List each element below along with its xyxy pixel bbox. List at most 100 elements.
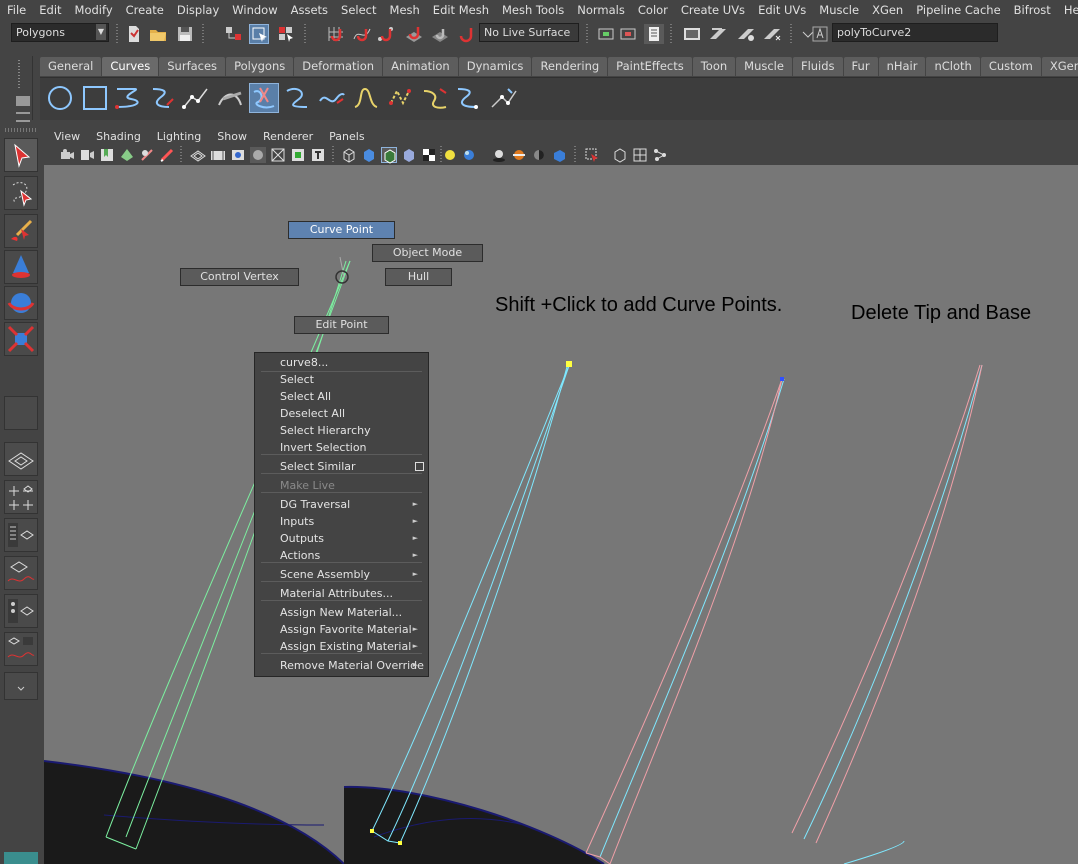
context-item-select-hierarchy[interactable]: Select Hierarchy <box>280 424 371 437</box>
context-item-invert-selection[interactable]: Invert Selection <box>280 441 367 454</box>
menu-display[interactable]: Display <box>170 0 225 20</box>
name-field-input[interactable]: polyToCurve2 <box>832 23 998 42</box>
xray-icon[interactable] <box>612 147 628 163</box>
context-item-inputs[interactable]: Inputs <box>280 515 314 528</box>
shelf-tab-curves[interactable]: Curves <box>102 57 159 76</box>
menu-color[interactable]: Color <box>631 0 674 20</box>
menu-create[interactable]: Create <box>119 0 170 20</box>
nurbs-circle-icon[interactable] <box>45 83 75 113</box>
cv-curve-tool-icon[interactable] <box>113 83 143 113</box>
anti-aliasing-icon[interactable] <box>551 147 567 163</box>
panel-menu-view[interactable]: View <box>44 130 86 143</box>
context-item-assign-new-material[interactable]: Assign New Material... <box>280 606 402 619</box>
cut-curve-icon[interactable] <box>249 83 279 113</box>
resolution-gate-icon[interactable] <box>230 147 246 163</box>
snap-view-plane-icon[interactable] <box>404 24 424 44</box>
menu-xgen[interactable]: XGen <box>865 0 909 20</box>
context-item-actions[interactable]: Actions <box>280 549 320 562</box>
context-item-assign-existing-material[interactable]: Assign Existing Material <box>280 640 411 653</box>
2d-pan-zoom-icon[interactable] <box>139 147 155 163</box>
menu-edit-uvs[interactable]: Edit UVs <box>751 0 812 20</box>
rotate-tool-icon[interactable] <box>4 286 38 320</box>
context-item-dg-traversal[interactable]: DG Traversal <box>280 498 350 511</box>
xray-components-icon[interactable] <box>652 147 668 163</box>
safe-title-icon[interactable] <box>310 147 326 163</box>
four-view-layout-icon[interactable] <box>4 480 38 514</box>
chevron-down-icon[interactable]: ▼ <box>96 24 106 40</box>
paint-select-tool-icon[interactable] <box>4 214 38 248</box>
bookmarks-icon[interactable] <box>99 147 115 163</box>
shelf-tab-xgen[interactable]: XGen <box>1041 57 1078 76</box>
context-item-assign-favorite-material[interactable]: Assign Favorite Material <box>280 623 412 636</box>
menu-help[interactable]: Help <box>1057 0 1078 20</box>
extend-curve-icon[interactable] <box>317 83 347 113</box>
shelf-tab-custom[interactable]: Custom <box>980 57 1041 76</box>
film-gate-icon[interactable] <box>210 147 226 163</box>
marking-menu-control-vertex[interactable]: Control Vertex <box>180 268 299 286</box>
hypershade-persp-layout-icon[interactable] <box>4 594 38 628</box>
menu-file[interactable]: File <box>0 0 32 20</box>
marking-menu-hull[interactable]: Hull <box>385 268 452 286</box>
menu-select[interactable]: Select <box>334 0 382 20</box>
move-tool-icon[interactable] <box>4 250 38 284</box>
shelf-menu-icon[interactable] <box>16 112 30 122</box>
shadows-icon[interactable] <box>491 147 507 163</box>
smooth-shade-icon[interactable] <box>361 147 377 163</box>
menu-window[interactable]: Window <box>225 0 283 20</box>
intersect-curve-icon[interactable] <box>283 83 313 113</box>
persp-graph-hypergraph-layout-icon[interactable] <box>4 632 38 666</box>
shelf-tab-deformation[interactable]: Deformation <box>294 57 383 76</box>
rebuild-curve-icon[interactable] <box>387 83 417 113</box>
curve-pink[interactable] <box>609 378 783 864</box>
wireframe-on-shaded-icon[interactable] <box>381 147 397 164</box>
curve-point-marker[interactable] <box>566 361 572 367</box>
snap-live-icon[interactable] <box>430 24 450 44</box>
persp-outliner-layout-icon[interactable] <box>4 518 38 552</box>
menu-set-dropdown[interactable]: Polygons ▼ <box>11 23 109 42</box>
persp-graph-layout-icon[interactable] <box>4 556 38 590</box>
menu-modify[interactable]: Modify <box>68 0 119 20</box>
nurbs-square-icon[interactable] <box>80 83 110 113</box>
context-item-select-all[interactable]: Select All <box>280 390 331 403</box>
shelf-tab-painteffects[interactable]: PaintEffects <box>608 57 692 76</box>
shelf-tab-surfaces[interactable]: Surfaces <box>159 57 226 76</box>
option-box-icon[interactable] <box>415 462 424 471</box>
isolate-select-icon[interactable] <box>584 147 600 163</box>
shelf-tab-fluids[interactable]: Fluids <box>792 57 843 76</box>
last-tool-slot[interactable] <box>4 396 38 430</box>
make-live-icon[interactable] <box>456 24 476 44</box>
context-item-deselect-all[interactable]: Deselect All <box>280 407 345 420</box>
menu-assets[interactable]: Assets <box>284 0 334 20</box>
checker-icon[interactable] <box>421 147 437 163</box>
menu-create-uvs[interactable]: Create UVs <box>674 0 751 20</box>
shelf-tab-nhair[interactable]: nHair <box>878 57 926 76</box>
select-hierarchy-icon[interactable] <box>224 24 244 44</box>
panel-menu-panels[interactable]: Panels <box>319 130 370 143</box>
layout-options-button[interactable] <box>4 672 38 700</box>
panel-menu-renderer[interactable]: Renderer <box>253 130 319 143</box>
context-item-material-attributes[interactable]: Material Attributes... <box>280 587 393 600</box>
xray-joints-icon[interactable] <box>632 147 648 163</box>
render-frame-icon[interactable] <box>708 24 728 44</box>
live-surface-field[interactable]: No Live Surface <box>479 23 579 42</box>
render-settings-icon[interactable] <box>762 24 782 44</box>
select-component-icon[interactable] <box>276 24 296 44</box>
shelf-tab-animation[interactable]: Animation <box>383 57 458 76</box>
context-item-outputs[interactable]: Outputs <box>280 532 324 545</box>
curve-pink[interactable] <box>791 364 981 834</box>
textured-icon[interactable] <box>401 147 417 163</box>
new-scene-icon[interactable] <box>124 24 144 44</box>
curve-point-marker[interactable] <box>780 377 784 381</box>
shelf-tab-general[interactable]: General <box>40 57 102 76</box>
menu-mesh[interactable]: Mesh <box>383 0 426 20</box>
panel-menu-show[interactable]: Show <box>207 130 253 143</box>
snap-point-icon[interactable] <box>376 24 396 44</box>
output-ops-icon[interactable] <box>618 24 638 44</box>
safe-action-icon[interactable] <box>290 147 306 163</box>
render-view-icon[interactable] <box>682 24 702 44</box>
attach-curve-icon[interactable] <box>488 83 518 113</box>
context-item-scene-assembly[interactable]: Scene Assembly <box>280 568 370 581</box>
arc-tool-icon[interactable] <box>215 83 245 113</box>
context-item-select[interactable]: Select <box>280 373 314 386</box>
snap-grid-icon[interactable] <box>326 24 346 44</box>
